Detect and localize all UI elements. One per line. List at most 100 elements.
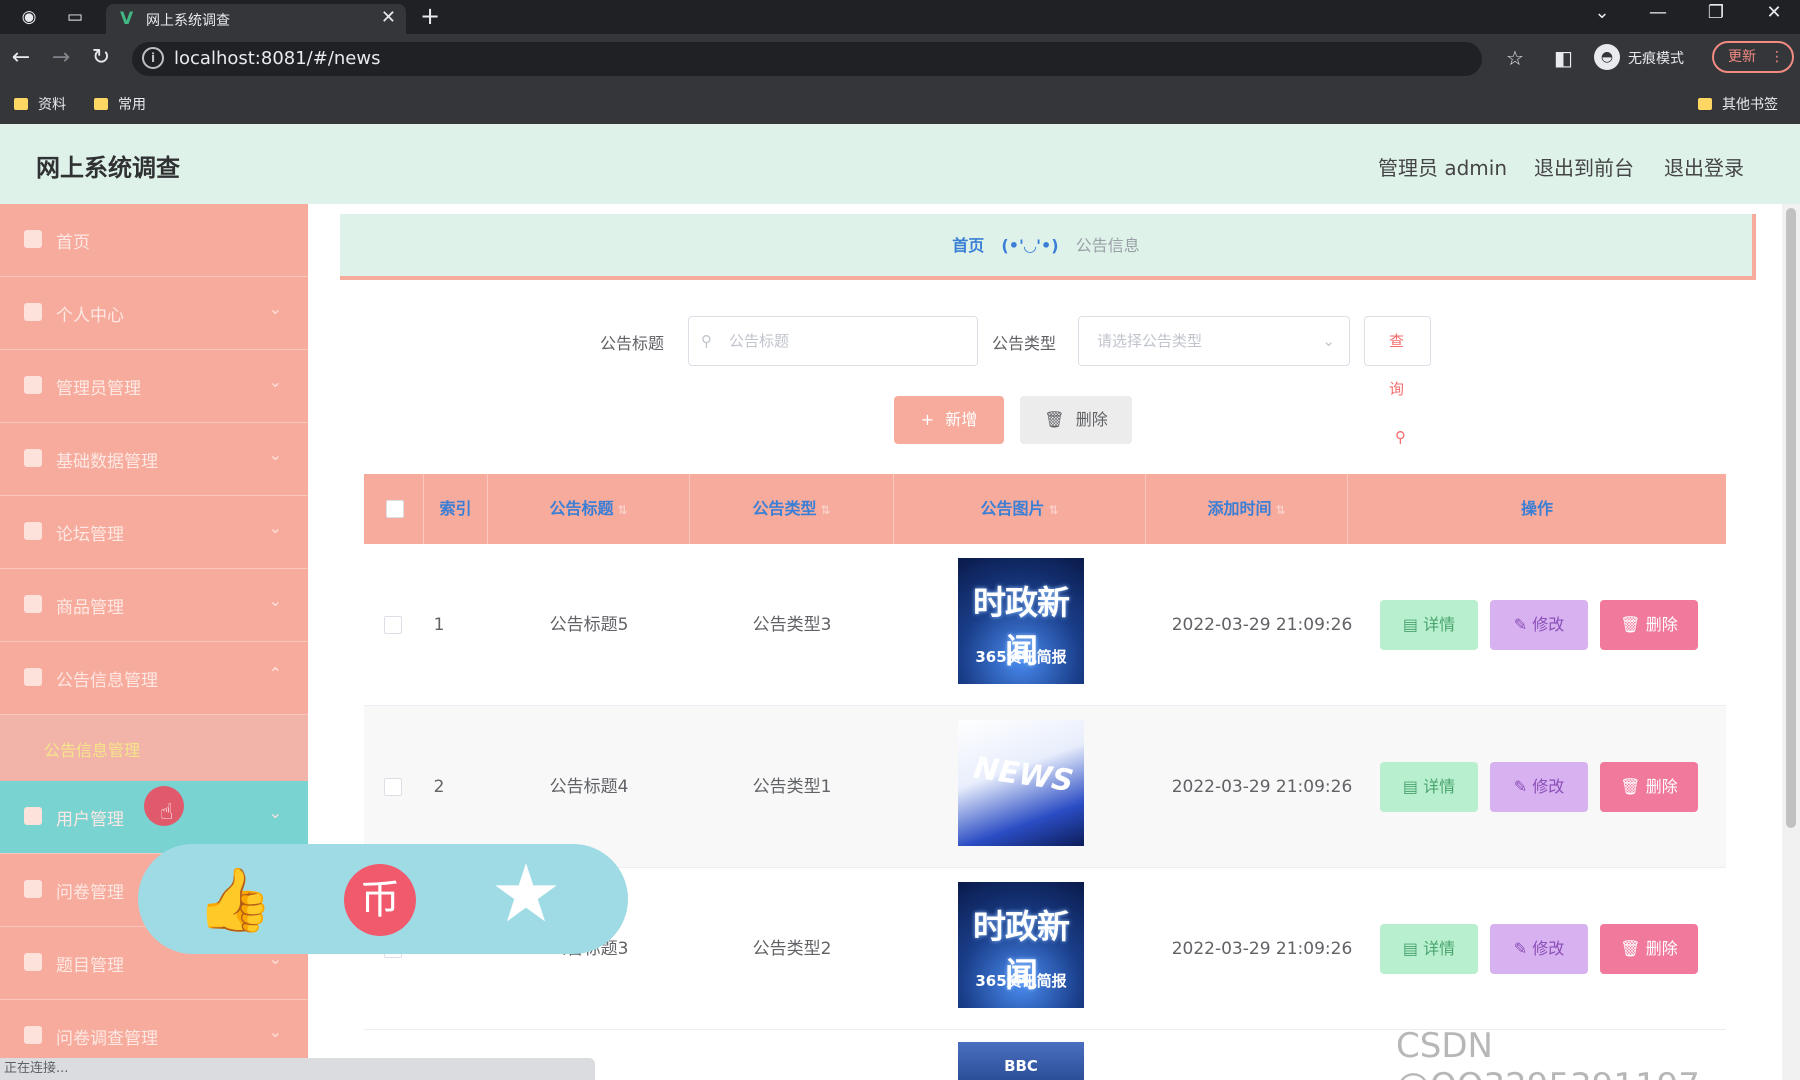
url-text: localhost:8081/#/news <box>174 48 381 69</box>
user-icon <box>24 303 42 321</box>
bookmark-star-icon[interactable]: ☆ <box>1506 46 1524 70</box>
image-subtitle: 365资讯简报 <box>975 648 1067 666</box>
delete-label: 删除 <box>1645 939 1678 958</box>
row-checkbox[interactable] <box>384 616 402 634</box>
query-button[interactable]: 查询 ⚲ <box>1364 316 1431 446</box>
add-button[interactable]: + 新增 <box>894 396 1004 444</box>
sidebar-item-label: 公告信息管理 <box>56 671 158 691</box>
sort-icon[interactable]: ⇅ <box>1275 503 1285 517</box>
other-bookmarks[interactable]: 其他书签 <box>1698 94 1778 114</box>
chevron-up-icon: ⌃ <box>268 664 282 683</box>
edit-button[interactable]: ✎ 修改 <box>1490 924 1588 974</box>
detail-button[interactable]: ▤ 详情 <box>1380 924 1478 974</box>
browser-menu-icon[interactable]: ◉ <box>16 4 42 30</box>
title-filter-label: 公告标题 <box>600 334 665 353</box>
browser-tab[interactable]: V 网上系统调查 ✕ <box>106 4 406 34</box>
select-all-checkbox[interactable] <box>386 500 404 518</box>
folder-icon <box>14 98 28 110</box>
close-window-icon[interactable]: ✕ <box>1754 2 1794 23</box>
breadcrumb-home[interactable]: 首页 <box>952 236 984 255</box>
plus-icon: + <box>920 410 935 429</box>
header-index: 索引 <box>424 474 488 544</box>
minimize-icon[interactable]: — <box>1638 2 1678 23</box>
edit-label: 修改 <box>1532 777 1565 796</box>
sort-icon[interactable]: ⇅ <box>617 503 627 517</box>
row-image[interactable]: 时政新闻 365资讯简报 <box>958 558 1084 684</box>
thumbs-up-icon[interactable]: 👍 <box>196 864 273 936</box>
batch-delete-button[interactable]: 🗑 删除 <box>1020 396 1132 444</box>
detail-button[interactable]: ▤ 详情 <box>1380 762 1478 812</box>
scrollbar-thumb[interactable] <box>1786 208 1796 828</box>
detail-label: 详情 <box>1423 939 1456 958</box>
header-type[interactable]: 公告类型 ⇅ <box>690 474 894 544</box>
sidebar-item-notice[interactable]: 公告信息管理 ⌃ <box>0 642 308 715</box>
header-title[interactable]: 公告标题 ⇅ <box>488 474 690 544</box>
survey-check-icon <box>24 1026 42 1044</box>
reload-icon[interactable]: ↻ <box>88 45 114 71</box>
sidebar-item-label: 题目管理 <box>56 956 124 976</box>
coin-icon[interactable]: 币 <box>344 864 416 936</box>
forward-icon[interactable]: → <box>48 45 74 71</box>
sidebar-item-basic-data[interactable]: 基础数据管理 ⌄ <box>0 423 308 496</box>
tab-search-icon[interactable]: ▭ <box>62 4 88 30</box>
sidebar-item-home[interactable]: 首页 <box>0 204 308 277</box>
sidebar-item-label: 首页 <box>56 233 90 253</box>
row-image-partial[interactable]: BBC <box>958 1042 1084 1080</box>
browser-tab-bar: ◉ ▭ V 网上系统调查 ✕ + ⌄ — ❐ ✕ <box>0 0 1800 34</box>
header-image[interactable]: 公告图片 ⇅ <box>894 474 1146 544</box>
row-image[interactable]: 时政新闻 365资讯简报 <box>958 882 1084 1008</box>
pencil-icon: ✎ <box>1513 939 1533 958</box>
incognito-badge[interactable]: ◓ 无痕模式 <box>1594 42 1706 72</box>
sidebar-item-goods[interactable]: 商品管理 ⌄ <box>0 569 308 642</box>
delete-button[interactable]: 🗑 删除 <box>1600 924 1698 974</box>
sort-icon[interactable]: ⇅ <box>1048 503 1058 517</box>
tab-title: 网上系统调查 <box>146 13 230 29</box>
tab-list-icon[interactable]: ⌄ <box>1582 2 1622 23</box>
detail-label: 详情 <box>1423 777 1456 796</box>
sidebar-item-profile[interactable]: 个人中心 ⌄ <box>0 277 308 350</box>
page-scrollbar[interactable] <box>1782 204 1800 1080</box>
search-icon: ⚲ <box>701 332 712 350</box>
detail-button[interactable]: ▤ 详情 <box>1380 600 1478 650</box>
address-bar[interactable]: i localhost:8081/#/news ⚷ <box>132 42 1612 76</box>
more-icon[interactable]: ⋮ <box>1770 43 1784 71</box>
data-icon <box>24 449 42 467</box>
header-time[interactable]: 添加时间 ⇅ <box>1146 474 1348 544</box>
sidebar-item-admins[interactable]: 管理员管理 ⌄ <box>0 350 308 423</box>
sidebar-item-forum[interactable]: 论坛管理 ⌄ <box>0 496 308 569</box>
users-icon <box>24 807 42 825</box>
row-checkbox[interactable] <box>384 778 402 796</box>
delete-button[interactable]: 🗑 删除 <box>1600 600 1698 650</box>
title-search-input[interactable]: ⚲ 公告标题 <box>688 316 978 366</box>
type-select-placeholder: 请选择公告类型 <box>1097 332 1203 350</box>
breadcrumb-separator: (•'◡'•) <box>1001 236 1059 255</box>
row-time: 2022-03-29 21:09:26 <box>1171 777 1353 797</box>
sort-icon[interactable]: ⇅ <box>820 503 830 517</box>
close-tab-icon[interactable]: ✕ <box>381 7 396 28</box>
row-image[interactable]: NEWS <box>958 720 1084 846</box>
bookmark-folder-2[interactable]: 常用 <box>94 94 146 114</box>
header-image-label: 公告图片 <box>980 499 1045 518</box>
other-bookmarks-label: 其他书签 <box>1722 97 1778 113</box>
type-filter-label: 公告类型 <box>992 334 1057 353</box>
folder-icon <box>1698 98 1712 110</box>
side-panel-icon[interactable]: ◧ <box>1554 46 1573 70</box>
hand-cursor-icon: ☝ <box>160 800 174 825</box>
row-time: 2022-03-29 21:09:26 <box>1171 939 1353 959</box>
sidebar-subitem-notice[interactable]: 公告信息管理 <box>0 715 308 781</box>
logout-link[interactable]: 退出登录 <box>1664 152 1744 181</box>
edit-button[interactable]: ✎ 修改 <box>1490 762 1588 812</box>
edit-button[interactable]: ✎ 修改 <box>1490 600 1588 650</box>
delete-button[interactable]: 🗑 删除 <box>1600 762 1698 812</box>
new-tab-icon[interactable]: + <box>420 2 440 30</box>
restore-icon[interactable]: ❐ <box>1696 2 1736 23</box>
back-icon[interactable]: ← <box>8 45 34 71</box>
type-select[interactable]: 请选择公告类型 ⌄ <box>1078 316 1350 366</box>
update-button[interactable]: 更新 ⋮ <box>1712 41 1794 73</box>
site-info-icon[interactable]: i <box>142 47 164 69</box>
star-icon[interactable]: ★ <box>490 854 562 934</box>
bookmark-folder-1[interactable]: 资料 <box>14 94 66 114</box>
back-to-front-link[interactable]: 退出到前台 <box>1534 152 1634 181</box>
incognito-icon: ◓ <box>1594 44 1620 70</box>
admin-user: 管理员 admin <box>1378 156 1508 180</box>
